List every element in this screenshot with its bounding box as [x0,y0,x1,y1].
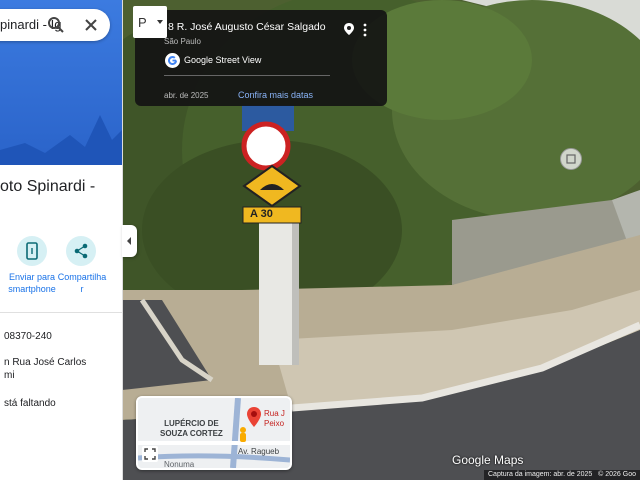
close-icon[interactable] [81,15,101,35]
pegman-marker-icon [238,426,248,449]
postal-code: 08370-240 [4,331,52,342]
phone-icon [26,242,38,260]
street-view-subtitle: São Paulo [164,37,201,46]
mini-map[interactable]: LUPÉRCIO DE SOUZA CORTEZ Rua J Peixo Av. R… [136,396,292,470]
map-label-road: Av. Ragueb [238,447,280,456]
see-more-dates-link[interactable]: Confira mais datas [238,90,313,100]
map-label-district: LUPÉRCIO DE SOUZA CORTEZ [160,419,223,438]
collapse-sidebar-button[interactable] [122,225,137,257]
share-label[interactable]: Compartilha r [54,271,110,295]
google-maps-logo: Google Maps [452,453,524,467]
map-label-pin: Rua J Peixo [264,409,285,428]
svg-text:P: P [138,15,147,30]
send-to-phone-button[interactable] [17,236,47,266]
expand-icon[interactable] [142,446,158,462]
street-view-info-card: 8 R. José Augusto César Salgado São Paul… [135,10,387,106]
share-icon [74,243,88,259]
chevron-left-icon [127,237,131,245]
street-view-layer-button[interactable]: P [133,6,167,38]
more-options-icon[interactable] [362,23,368,42]
send-to-phone-label[interactable]: Enviar para smartphone [2,271,62,295]
divider [0,312,122,313]
address-line-2: mi [4,370,15,381]
search-box[interactable]: pinardi - Ig [0,9,110,41]
location-pin-icon[interactable] [343,22,355,41]
compass-icon[interactable] [560,148,582,170]
location-pin-icon [246,406,262,433]
place-title: oto Spinardi - [0,178,96,195]
map-label-bottom: Nonuma [164,460,195,469]
divider [164,75,330,76]
pegman-icon: P [138,15,163,30]
capture-date: abr. de 2025 [164,91,209,100]
place-sidebar: pinardi - Ig oto Spinardi - Enviar para … [0,0,123,480]
missing-info-link[interactable]: stá faltando [4,398,56,409]
google-g-icon [165,53,180,68]
share-button[interactable] [66,236,96,266]
address-line-1: n Rua José Carlos [4,357,87,368]
capture-info[interactable]: Captura da imagem: abr. de 2025 [488,471,592,478]
copyright: © 2026 Goo [598,471,636,478]
speed-sign-text: A 30 [250,208,273,220]
footer-attribution: Captura da imagem: abr. de 2025 © 2026 G… [484,470,640,480]
street-view-title: 8 R. José Augusto César Salgado [168,21,326,33]
search-icon[interactable] [46,15,66,35]
street-view-brand: Google Street View [184,55,262,65]
